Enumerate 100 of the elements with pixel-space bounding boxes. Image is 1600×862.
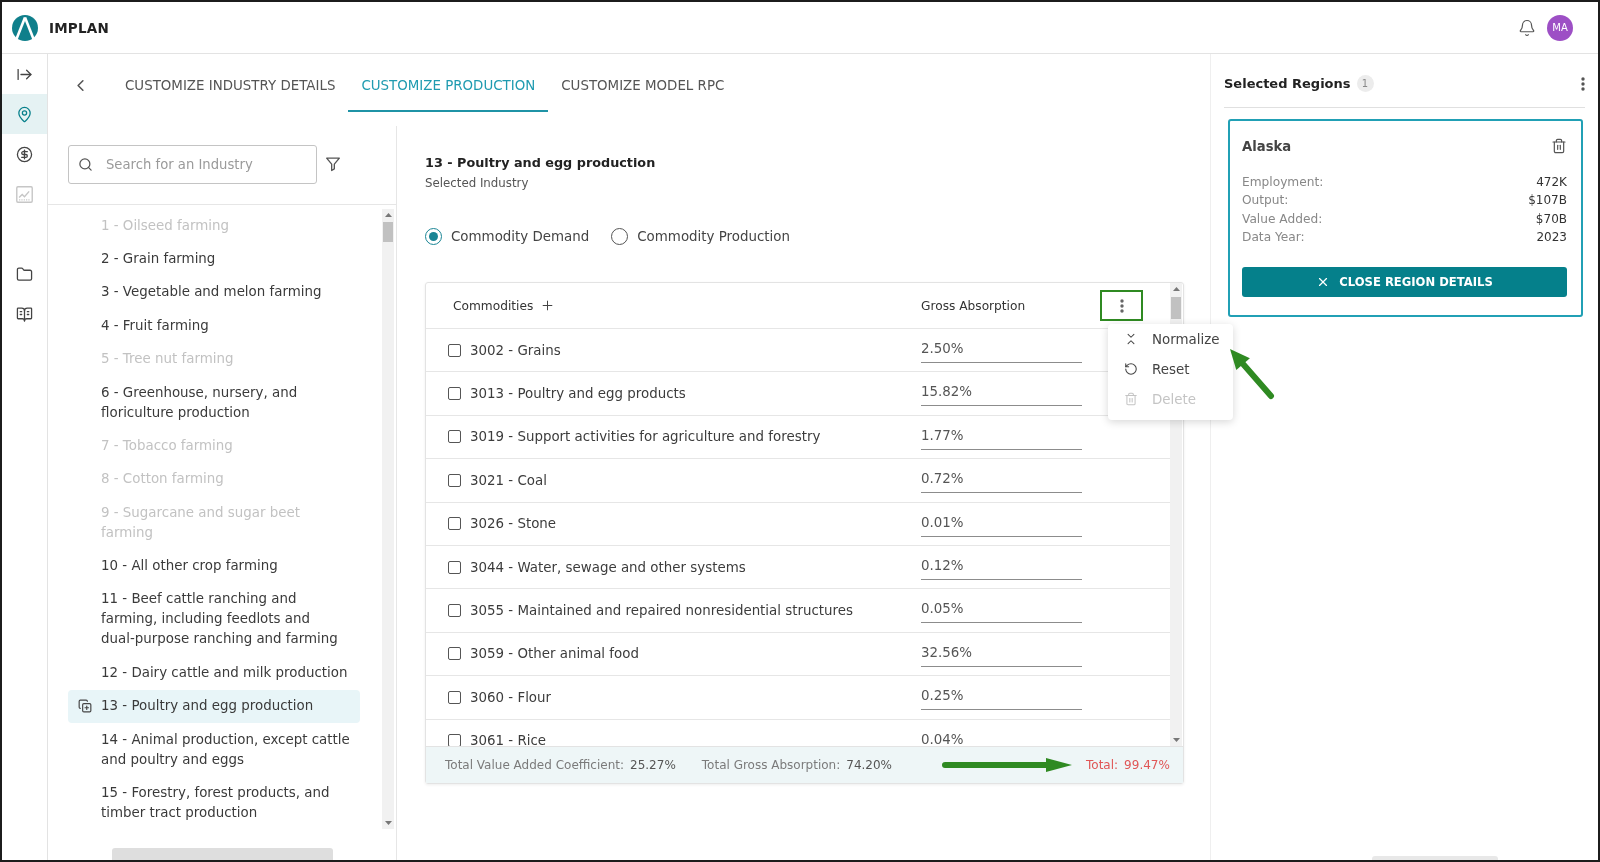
commodity-name: 3044 - Water, sewage and other systems <box>470 559 746 575</box>
scrollbar-thumb[interactable] <box>383 222 393 242</box>
line-chart-icon <box>16 185 33 203</box>
industry-subtitle: Selected Industry <box>425 175 529 191</box>
annotation-arrow <box>1227 346 1277 402</box>
trash-icon <box>1124 392 1138 406</box>
user-avatar[interactable]: MA <box>1547 14 1573 41</box>
region-name: Alaska <box>1242 138 1292 154</box>
menu-label: Normalize <box>1152 331 1220 347</box>
summary-stat: Total Value Added Coefficient: 25.27% <box>445 758 676 772</box>
radio-label: Commodity Demand <box>451 228 590 244</box>
commodity-name: 3060 - Flour <box>470 689 552 705</box>
scrollbar[interactable] <box>382 209 394 829</box>
industry-item[interactable]: 3 - Vegetable and melon farming <box>68 275 360 310</box>
radio-option[interactable]: Commodity Demand <box>425 226 590 246</box>
commodity-name: 3021 - Coal <box>470 472 547 488</box>
logo-icon <box>12 14 38 41</box>
count-badge: 1 <box>1356 75 1374 92</box>
scroll-down-icon[interactable] <box>1172 738 1180 742</box>
plus-icon <box>540 298 556 313</box>
tab[interactable]: CUSTOMIZE INDUSTRY DETAILS <box>112 54 349 112</box>
row-checkbox[interactable] <box>448 343 461 357</box>
tab[interactable]: CUSTOMIZE MODEL RPC <box>548 54 738 112</box>
row-checkbox[interactable] <box>448 690 461 704</box>
row-checkbox[interactable] <box>448 387 461 401</box>
scrollbar-thumb[interactable] <box>1171 297 1181 319</box>
column-header: Gross Absorption <box>921 298 1026 313</box>
delete-button[interactable] <box>1551 138 1567 154</box>
stat-label: Data Year: <box>1242 228 1305 246</box>
industry-title: 13 - Poultry and egg production <box>425 154 656 172</box>
search-icon <box>78 157 93 172</box>
value-field[interactable]: 32.56% <box>921 641 1082 667</box>
menu-item[interactable]: Normalize <box>1108 324 1233 354</box>
industry-item[interactable]: 10 - All other crop farming <box>68 549 360 583</box>
commodity-name: 3061 - Rice <box>470 733 547 746</box>
filter-button[interactable] <box>326 157 340 172</box>
scroll-up-icon[interactable] <box>384 213 392 217</box>
radio-label: Commodity Production <box>637 228 790 244</box>
stat-value: $107B <box>1528 192 1567 210</box>
commodity-name: 3026 - Stone <box>470 516 557 532</box>
row-checkbox[interactable] <box>448 517 461 531</box>
funnel-icon <box>326 157 340 172</box>
industry-item[interactable]: 2 - Grain farming <box>68 242 360 276</box>
add-button[interactable] <box>540 298 556 313</box>
value-field[interactable]: 0.72% <box>921 468 1082 494</box>
stat-value: $70B <box>1534 210 1567 228</box>
scrollbar-thumb[interactable] <box>112 848 333 860</box>
row-checkbox[interactable] <box>448 647 461 661</box>
scroll-up-icon[interactable] <box>1172 287 1180 291</box>
map-pin-icon <box>16 105 33 123</box>
more-button[interactable] <box>1581 76 1585 91</box>
value-field[interactable]: 2.50% <box>921 338 1082 363</box>
close-details-button[interactable]: CLOSE REGION DETAILS <box>1242 267 1567 298</box>
menu-label: Delete <box>1152 391 1196 407</box>
scrollbar-thumb[interactable] <box>1372 856 1498 860</box>
bell-icon[interactable] <box>1518 18 1536 37</box>
commodity-name: 3013 - Poultry and egg products <box>470 386 686 402</box>
industry-item[interactable]: 15 - Forestry, forest products, and timber tract production <box>68 776 360 829</box>
more-vertical-icon <box>1119 298 1124 313</box>
row-checkbox[interactable] <box>448 604 461 618</box>
reset-icon <box>1124 362 1138 376</box>
industry-item[interactable]: 6 - Greenhouse, nursery, and floriculture production <box>68 375 360 430</box>
industry-item[interactable]: 11 - Beef cattle ranching and farming, including feedlots and dual-purpose ranching and farming <box>68 582 360 657</box>
trash-icon <box>1551 138 1567 154</box>
radio-option[interactable]: Commodity Production <box>611 226 790 246</box>
summary-stat: Total Gross Absorption: 74.20% <box>701 758 893 772</box>
value-field[interactable]: 0.12% <box>921 554 1082 580</box>
menu-label: Reset <box>1152 361 1190 377</box>
commodity-name: 3019 - Support activities for agriculture and forestry <box>470 429 821 445</box>
stat-value: 2023 <box>1535 228 1567 246</box>
industry-item[interactable]: 12 - Dairy cattle and milk production <box>68 656 360 690</box>
row-checkbox[interactable] <box>448 473 461 487</box>
summary-stat: Total: 99.47% <box>1086 758 1170 772</box>
collapse-chevrons-icon <box>1124 332 1138 346</box>
value-field[interactable]: 0.25% <box>921 685 1082 711</box>
app-name: IMPLAN <box>49 19 109 36</box>
value-field[interactable]: 0.05% <box>921 598 1082 624</box>
value-field[interactable]: 0.01% <box>921 511 1082 537</box>
scroll-down-icon[interactable] <box>384 821 392 825</box>
stat-label: Employment: <box>1242 174 1324 191</box>
industry-item[interactable]: 13 - Poultry and egg production <box>68 689 360 723</box>
stat-label: Value Added: <box>1242 210 1323 228</box>
book-icon <box>16 305 33 323</box>
industry-item[interactable]: 14 - Animal production, except cattle and poultry and eggs <box>68 722 360 777</box>
dollar-coin-icon <box>16 145 33 163</box>
value-field[interactable]: 15.82% <box>921 381 1082 407</box>
more-vertical-icon <box>1581 76 1585 91</box>
column-header: Commodities <box>453 298 534 313</box>
value-field[interactable]: 1.77% <box>921 424 1082 450</box>
menu-item[interactable]: Reset <box>1108 354 1233 384</box>
row-checkbox[interactable] <box>448 560 461 574</box>
commodity-name: 3059 - Other animal food <box>470 646 639 662</box>
commodity-name: 3002 - Grains <box>470 342 561 358</box>
industry-item[interactable]: 4 - Fruit farming <box>68 309 360 343</box>
more-button[interactable] <box>1100 290 1143 321</box>
stacked-plus-icon <box>77 699 92 714</box>
row-checkbox[interactable] <box>448 430 461 444</box>
folder-icon <box>16 265 33 283</box>
search-field[interactable]: Search for an Industry <box>68 145 317 184</box>
panel-title: Selected Regions <box>1224 76 1351 91</box>
